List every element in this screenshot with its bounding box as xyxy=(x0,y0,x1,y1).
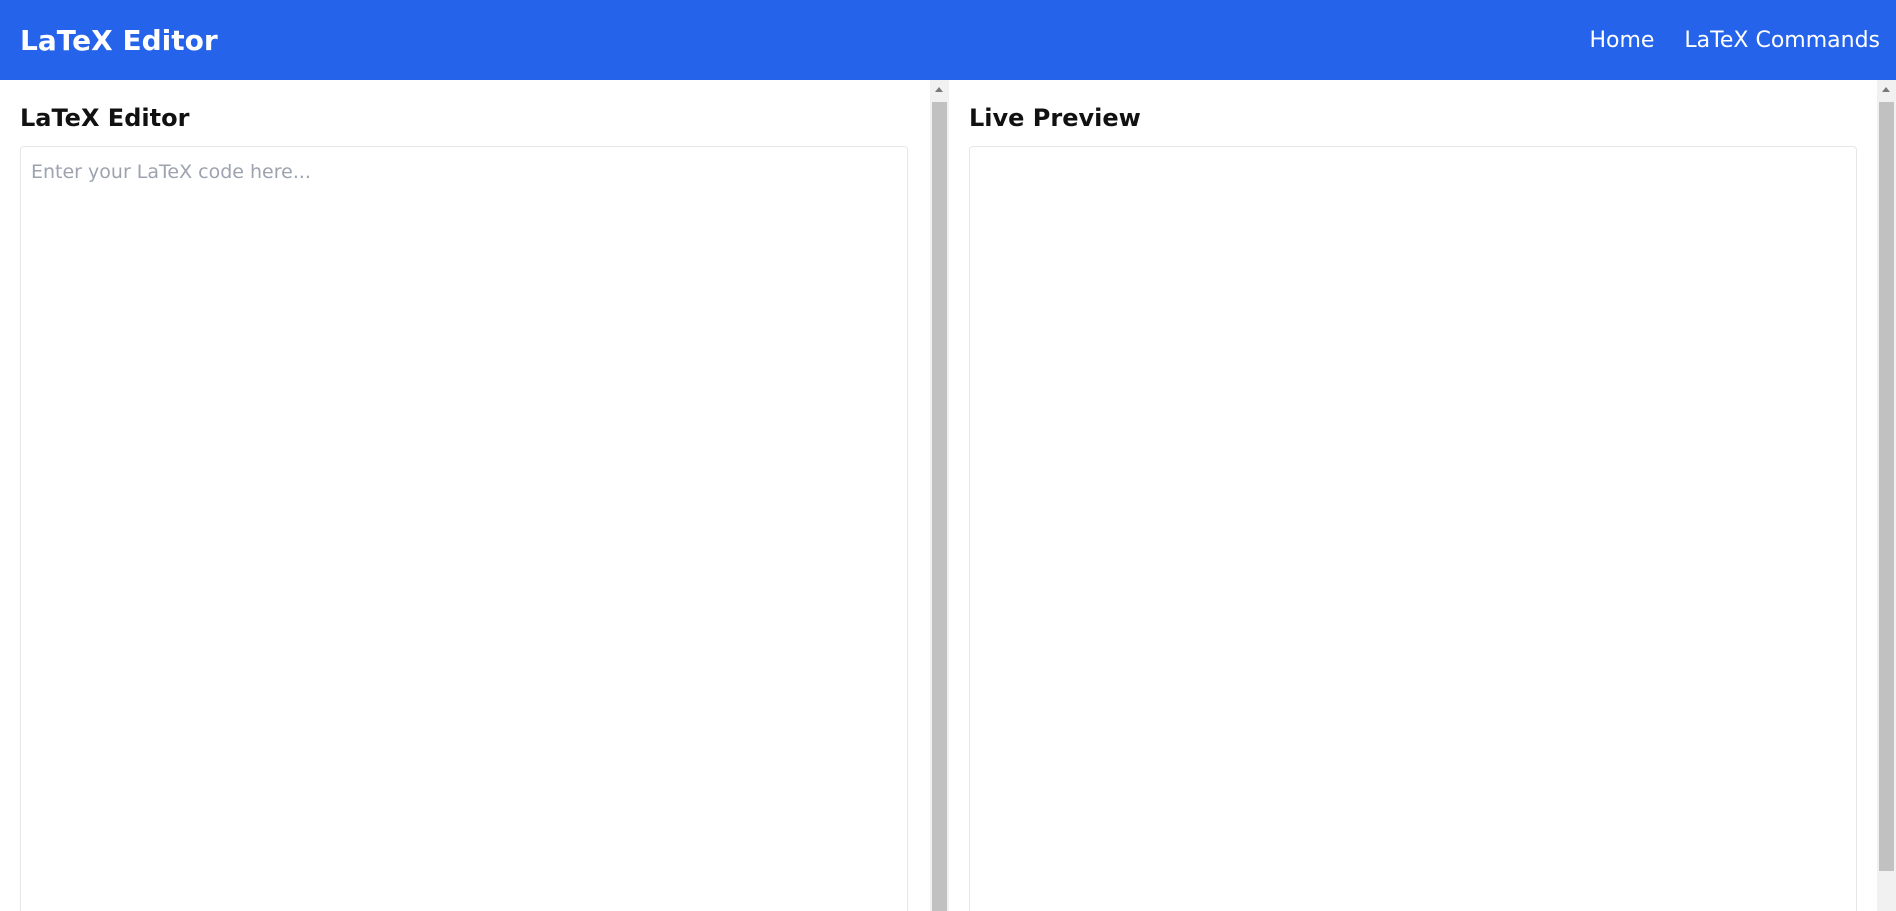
editor-pane-scrollbar[interactable] xyxy=(930,80,949,911)
nav-link-home[interactable]: Home xyxy=(1589,28,1654,53)
live-preview-output xyxy=(969,146,1857,911)
nav-link-latex-commands[interactable]: LaTeX Commands xyxy=(1684,28,1880,53)
scroll-up-arrow-icon[interactable] xyxy=(1877,80,1896,100)
scroll-up-arrow-icon[interactable] xyxy=(930,80,949,100)
scroll-thumb[interactable] xyxy=(1879,102,1894,871)
top-navbar: LaTeX Editor Home LaTeX Commands xyxy=(0,0,1896,80)
latex-code-input[interactable] xyxy=(20,146,908,911)
nav-links: Home LaTeX Commands xyxy=(1589,0,1880,80)
preview-title: Live Preview xyxy=(969,104,1141,132)
scroll-thumb[interactable] xyxy=(932,102,947,911)
preview-pane-scrollbar[interactable] xyxy=(1877,80,1896,911)
editor-pane: LaTeX Editor xyxy=(0,80,930,911)
brand-logo-text[interactable]: LaTeX Editor xyxy=(20,0,218,82)
editor-title: LaTeX Editor xyxy=(20,104,190,132)
preview-pane: Live Preview xyxy=(949,80,1879,911)
